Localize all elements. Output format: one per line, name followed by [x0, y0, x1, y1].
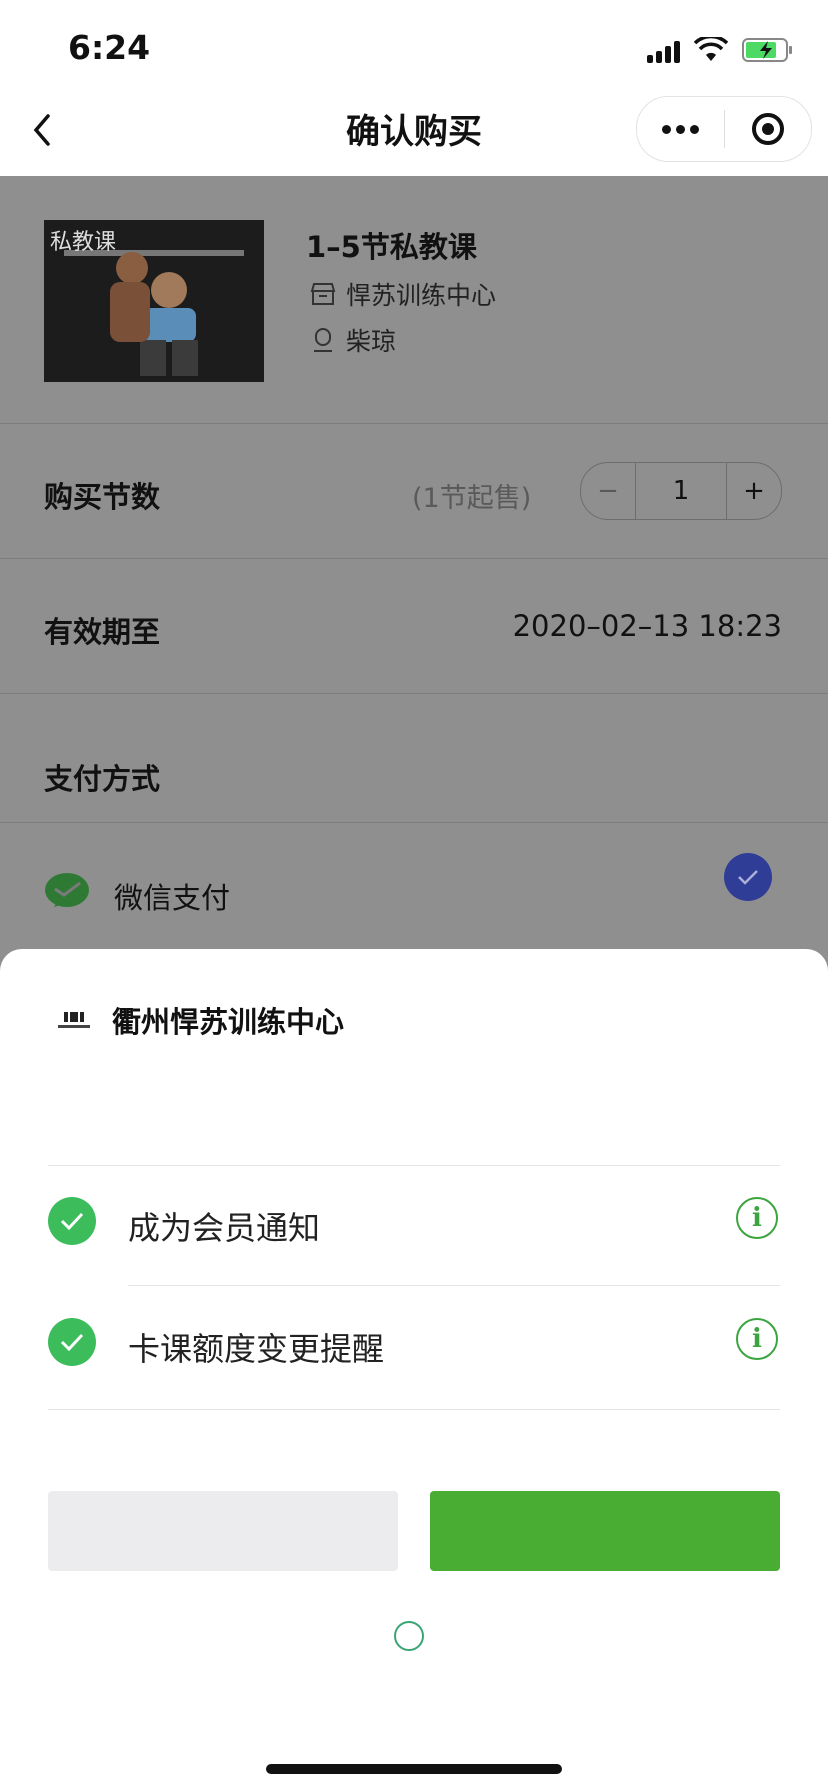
quantity-stepper: − 1 +	[580, 462, 782, 520]
close-mini-program-icon[interactable]	[725, 113, 812, 145]
check-icon	[60, 1333, 84, 1352]
payment-selected-radio[interactable]	[724, 853, 772, 901]
purchase-count-row: 购买节数 (1节起售) − 1 +	[0, 424, 828, 559]
notice-item-member[interactable]: 成为会员通知 i	[0, 1167, 828, 1277]
status-icons	[647, 32, 794, 68]
wifi-icon	[694, 37, 728, 61]
coach-icon	[314, 328, 332, 352]
min-purchase-hint: (1节起售)	[412, 483, 532, 514]
store-icon	[310, 283, 336, 305]
validity-label: 有效期至	[44, 615, 161, 649]
sheet-divider-middle	[128, 1285, 780, 1286]
info-icon[interactable]: i	[736, 1197, 778, 1239]
top-bar: 6:24 确认购买	[0, 0, 828, 176]
store-info: 悍苏训练中心	[310, 276, 496, 312]
home-indicator	[266, 1764, 562, 1774]
decrease-button[interactable]: −	[581, 476, 635, 506]
allow-button[interactable]	[430, 1491, 780, 1571]
purchase-page: 私教课 1–5节私教课 悍苏训练中心 柴琼 购买节数 (1节起售) − 1 + …	[0, 176, 828, 957]
loading-spinner-icon	[394, 1621, 424, 1651]
purchase-count-label: 购买节数	[44, 480, 161, 514]
check-icon	[738, 870, 758, 885]
payment-method-name: 微信支付	[114, 881, 231, 915]
sheet-divider-bottom	[48, 1409, 780, 1410]
notice-text: 卡课额度变更提醒	[128, 1330, 385, 1368]
quantity-value[interactable]: 1	[635, 463, 727, 519]
course-thumbnail: 私教课	[44, 220, 264, 382]
notice-text: 成为会员通知	[128, 1209, 321, 1247]
increase-button[interactable]: +	[727, 476, 781, 506]
battery-charging-icon	[742, 38, 792, 62]
notice-item-quota[interactable]: 卡课额度变更提醒 i	[0, 1288, 828, 1398]
check-icon	[60, 1212, 84, 1231]
more-options-icon[interactable]	[637, 124, 724, 134]
payment-title-row: 支付方式	[0, 694, 828, 823]
wechat-pay-icon	[45, 873, 89, 907]
sheet-divider-top	[48, 1165, 780, 1166]
course-name: 1–5节私教课	[306, 230, 477, 264]
course-type-tag: 私教课	[50, 230, 117, 255]
coach-info: 柴琼	[310, 322, 396, 358]
sheet-header: 衢州悍苏训练中心	[56, 999, 344, 1041]
notice-checked-icon[interactable]	[48, 1197, 96, 1245]
status-time: 6:24	[68, 28, 151, 67]
store-name: 悍苏训练中心	[346, 281, 497, 310]
brand-logo-icon	[58, 1012, 90, 1028]
notice-checked-icon[interactable]	[48, 1318, 96, 1366]
payment-option-wechat[interactable]: 微信支付	[0, 823, 828, 957]
payment-label: 支付方式	[44, 762, 161, 796]
product-card: 私教课 1–5节私教课 悍苏训练中心 柴琼	[0, 176, 828, 424]
validity-value: 2020–02–13 18:23	[512, 609, 782, 643]
validity-row: 有效期至 2020–02–13 18:23	[0, 559, 828, 694]
cellular-signal-icon	[647, 37, 680, 63]
coach-name: 柴琼	[346, 327, 397, 356]
info-icon[interactable]: i	[736, 1318, 778, 1360]
brand-name: 衢州悍苏训练中心	[112, 1005, 345, 1039]
cancel-button[interactable]	[48, 1491, 398, 1571]
mini-program-capsule	[636, 96, 812, 162]
subscription-sheet: 衢州悍苏训练中心 成为会员通知 i 卡课额度变更提醒 i	[0, 949, 828, 1792]
